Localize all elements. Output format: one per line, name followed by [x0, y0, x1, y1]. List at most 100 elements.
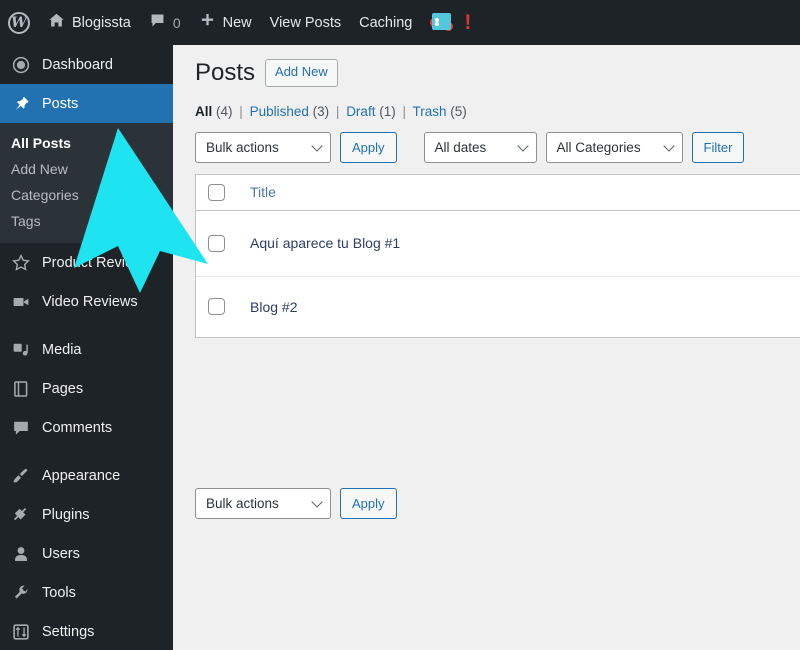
table-row[interactable]: Aquí aparece tu Blog #1 [196, 211, 800, 277]
plus-icon [199, 12, 216, 33]
sidebar-item-label: Tools [42, 584, 76, 601]
filter-button[interactable]: Filter [691, 131, 745, 163]
categories-filter-select[interactable]: All Categories [545, 131, 683, 163]
admin-sidebar-menu: Dashboard Posts All Posts Add New Catego… [0, 45, 181, 650]
admin-bar-view-posts[interactable]: View Posts [261, 0, 350, 45]
plugin-notice-icon [430, 12, 454, 34]
admin-bar-plugin-notice[interactable]: ! [421, 0, 480, 45]
row-checkbox[interactable] [208, 298, 225, 316]
caching-label: Caching [359, 14, 413, 31]
admin-bar-wp-logo[interactable]: W [0, 0, 39, 45]
bulk-actions-select-bottom[interactable]: Bulk actions [195, 487, 331, 519]
admin-bar-caching[interactable]: Caching [350, 0, 421, 45]
sidebar-item-label: Dashboard [42, 56, 113, 73]
new-label: New [222, 14, 252, 31]
sidebar-item-label: Video Reviews [42, 293, 138, 310]
sidebar-item-label: Appearance [42, 467, 121, 484]
categories-filter-value: All Categories [556, 139, 641, 155]
paintbrush-icon [11, 467, 31, 485]
chevron-down-icon [516, 140, 529, 152]
view-posts-label: View Posts [269, 14, 342, 31]
page-title: Posts [195, 59, 256, 86]
sidebar-item-users[interactable]: Users [0, 534, 173, 573]
sidebar-item-label: Users [42, 545, 80, 562]
home-icon [48, 12, 65, 33]
status-link-trash[interactable]: Trash [413, 104, 447, 119]
status-link-draft[interactable]: Draft [346, 104, 375, 119]
posts-submenu: All Posts Add New Categories Tags [0, 123, 173, 243]
row-checkbox[interactable] [208, 234, 225, 252]
column-header-title[interactable]: Title [225, 184, 276, 200]
table-header-row: Title [196, 175, 800, 211]
post-status-filter-links: All (4) | Published (3) | Draft (1) | Tr… [195, 104, 800, 119]
status-link-published[interactable]: Published [250, 104, 309, 119]
sidebar-item-label: Product Reviews [42, 254, 151, 271]
sidebar-item-posts[interactable]: Posts [0, 84, 181, 123]
admin-bar-comments[interactable]: 0 [140, 0, 190, 45]
submenu-item-all-posts[interactable]: All Posts [0, 130, 173, 156]
status-link-all[interactable]: All [195, 104, 212, 119]
status-count-trash: (5) [450, 103, 467, 119]
post-title-link[interactable]: Blog #2 [225, 299, 297, 315]
table-nav-top: Bulk actions Apply All dates All Categor… [195, 131, 800, 163]
sidebar-item-label: Comments [42, 419, 113, 436]
admin-bar-new[interactable]: New [190, 0, 261, 45]
status-separator: | [239, 103, 243, 119]
site-name-label: Blogissta [72, 14, 131, 31]
status-separator: | [335, 103, 340, 119]
status-separator: | [402, 103, 406, 119]
sliders-icon [11, 623, 31, 641]
dates-filter-value: All dates [434, 139, 487, 155]
sidebar-item-label: Plugins [42, 506, 90, 523]
video-camera-icon [11, 293, 31, 311]
status-count-all: (4) [216, 103, 233, 119]
sidebar-item-settings[interactable]: Settings [0, 612, 173, 650]
wordpress-admin-screen: W Blogissta 0 New View Posts Caching ! D… [0, 0, 800, 650]
pin-icon [11, 95, 31, 113]
submenu-item-categories[interactable]: Categories [0, 182, 173, 208]
sidebar-item-pages[interactable]: Pages [0, 369, 173, 408]
table-row[interactable]: Blog #2 [196, 277, 800, 337]
admin-bar-site-name[interactable]: Blogissta [39, 0, 140, 45]
dates-filter-select[interactable]: All dates [423, 131, 537, 163]
comment-count: 0 [172, 14, 181, 31]
select-all-checkbox[interactable] [208, 183, 225, 201]
star-icon [11, 253, 31, 272]
posts-table: Title Aquí aparece tu Blog #1 Blog #2 [195, 173, 800, 338]
sidebar-item-tools[interactable]: Tools [0, 573, 173, 612]
posts-list-page: Posts Add New All (4) | Published (3) | … [173, 45, 800, 650]
sidebar-item-product-reviews[interactable]: Product Reviews [0, 243, 173, 282]
chevron-down-icon [311, 140, 323, 152]
sidebar-item-video-reviews[interactable]: Video Reviews [0, 282, 173, 321]
user-icon [11, 545, 31, 563]
sidebar-item-label: Pages [42, 380, 84, 397]
page-icon [11, 380, 31, 398]
status-count-draft: (1) [379, 103, 396, 119]
submenu-item-add-new[interactable]: Add New [0, 156, 173, 182]
sidebar-item-appearance[interactable]: Appearance [0, 456, 173, 495]
table-bottom-spacer [195, 338, 800, 488]
menu-separator [0, 447, 173, 456]
sidebar-item-dashboard[interactable]: Dashboard [0, 45, 173, 84]
submenu-item-tags[interactable]: Tags [0, 208, 173, 234]
post-title-link[interactable]: Aquí aparece tu Blog #1 [225, 235, 400, 251]
alert-icon: ! [464, 11, 472, 34]
sidebar-item-media[interactable]: Media [0, 330, 173, 369]
bulk-actions-value: Bulk actions [206, 495, 279, 511]
sidebar-item-comments[interactable]: Comments [0, 408, 173, 447]
add-new-button[interactable]: Add New [265, 59, 338, 88]
bulk-actions-select-top[interactable]: Bulk actions [195, 131, 331, 163]
dashboard-icon [11, 56, 31, 74]
comment-bubble-icon [149, 12, 166, 33]
apply-button-bottom[interactable]: Apply [340, 487, 397, 519]
apply-button-top[interactable]: Apply [340, 131, 397, 163]
admin-bar: W Blogissta 0 New View Posts Caching ! [0, 0, 800, 45]
sidebar-item-plugins[interactable]: Plugins [0, 495, 173, 534]
sidebar-item-label: Settings [42, 623, 95, 640]
bulk-actions-value: Bulk actions [206, 139, 279, 155]
comment-bubble-icon [11, 419, 31, 437]
menu-separator [0, 321, 173, 330]
chevron-down-icon [311, 496, 323, 508]
status-count-published: (3) [312, 103, 330, 119]
sidebar-item-label: Media [42, 341, 82, 358]
